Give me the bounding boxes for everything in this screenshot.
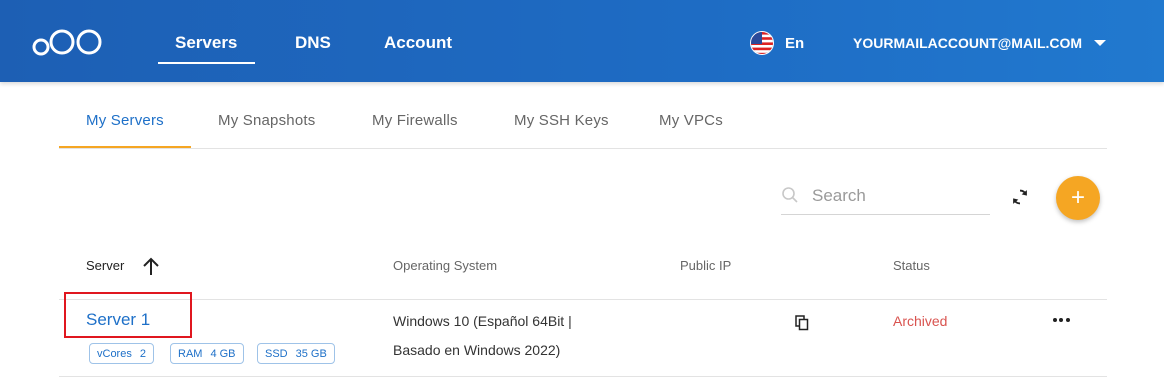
nav-active-indicator [158, 62, 255, 64]
language-label: En [785, 34, 805, 52]
refresh-icon[interactable] [1009, 186, 1031, 208]
add-server-button[interactable]: + [1056, 176, 1100, 220]
server-tabs: My Servers My Snapshots My Firewalls My … [59, 104, 1107, 149]
column-header-server[interactable]: Server [86, 258, 124, 273]
us-flag-icon [750, 31, 774, 55]
tab-my-firewalls[interactable]: My Firewalls [372, 112, 458, 129]
search-box [781, 180, 990, 215]
badge-vcores: vCores 2 [89, 343, 154, 364]
highlight-box [64, 292, 192, 338]
sort-ascending-icon[interactable] [142, 256, 160, 276]
column-header-public-ip: Public IP [680, 258, 732, 273]
nav-dns[interactable]: DNS [295, 33, 331, 53]
tab-active-indicator [59, 146, 191, 148]
nav-servers[interactable]: Servers [175, 33, 237, 53]
badge-ssd: SSD 35 GB [257, 343, 335, 364]
operating-system-text-continued: Basado en Windows 2022) [393, 342, 561, 358]
language-selector[interactable]: En [750, 31, 804, 55]
account-menu[interactable]: YOURMAILACCOUNT@MAIL.COM [853, 35, 1107, 51]
account-email: YOURMAILACCOUNT@MAIL.COM [853, 35, 1083, 51]
column-header-status: Status [893, 258, 930, 273]
tab-my-ssh-keys[interactable]: My SSH Keys [514, 112, 609, 129]
logo-icon[interactable] [32, 26, 104, 58]
search-input[interactable] [812, 182, 982, 210]
divider [59, 376, 1107, 377]
column-header-operating-system: Operating System [393, 258, 498, 273]
search-icon [782, 187, 798, 203]
divider [59, 299, 1107, 300]
nav-account[interactable]: Account [384, 33, 452, 53]
tab-my-servers[interactable]: My Servers [86, 112, 164, 129]
operating-system-text: Windows 10 (Español 64Bit | [393, 313, 572, 329]
copy-icon[interactable] [795, 315, 809, 331]
more-options-icon[interactable] [1050, 310, 1072, 330]
tab-my-vpcs[interactable]: My VPCs [659, 112, 723, 129]
caret-down-icon [1094, 40, 1107, 46]
badge-ram: RAM 4 GB [170, 343, 244, 364]
status-badge: Archived [893, 313, 948, 329]
tab-my-snapshots[interactable]: My Snapshots [218, 112, 315, 129]
top-navigation-bar: Servers DNS Account En YOURMAILACCOUNT@M… [0, 0, 1164, 82]
